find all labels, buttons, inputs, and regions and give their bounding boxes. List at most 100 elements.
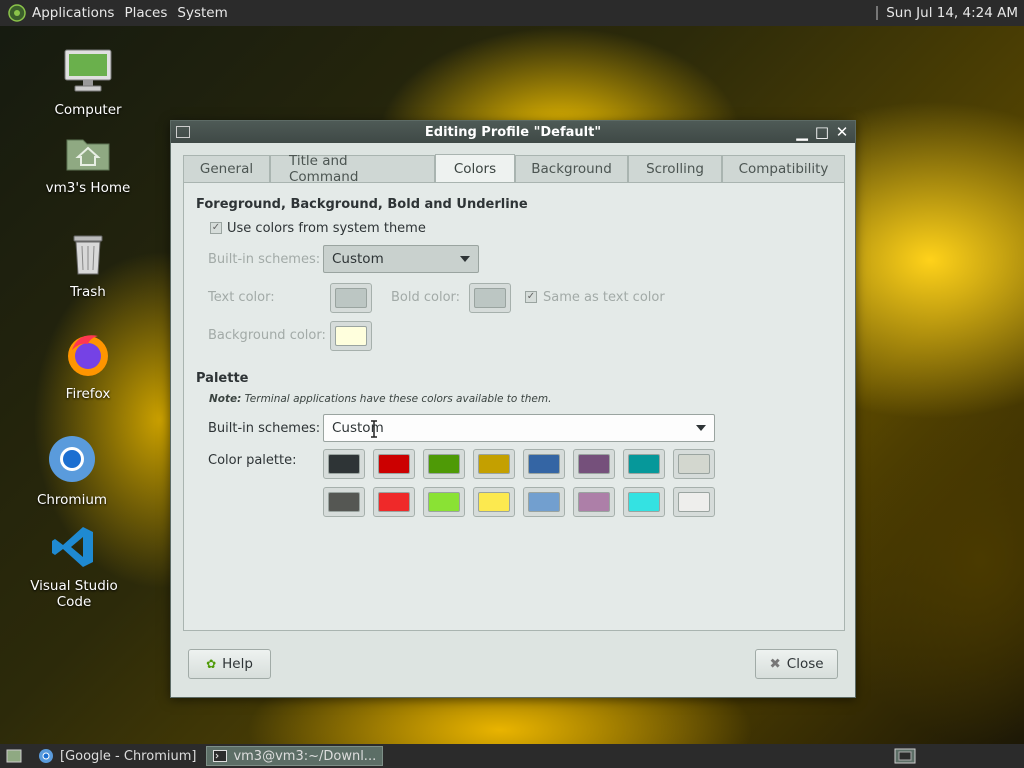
fg-builtin-schemes-combo[interactable]: Custom	[323, 245, 479, 273]
palette-color-swatch	[628, 492, 660, 512]
palette-color-button[interactable]	[673, 449, 715, 479]
palette-color-button[interactable]	[373, 449, 415, 479]
terminal-icon	[213, 750, 228, 762]
workspace-switcher[interactable]	[888, 746, 922, 766]
help-icon: ✿	[206, 657, 217, 671]
desktop-icon-label: Chromium	[36, 492, 108, 508]
menu-places[interactable]: Places	[120, 5, 171, 21]
palette-color-swatch	[378, 492, 410, 512]
firefox-icon	[33, 330, 143, 382]
tab-compatibility[interactable]: Compatibility	[722, 155, 845, 182]
desktop-icon-chromium[interactable]: Chromium	[17, 434, 127, 508]
maximize-icon[interactable]: □	[814, 124, 830, 140]
colors-pane: Foreground, Background, Bold and Underli…	[183, 183, 845, 631]
palette-color-swatch	[578, 454, 610, 474]
palette-section-title: Palette	[196, 371, 249, 386]
use-system-colors-checkbox[interactable]: ✓	[210, 222, 222, 234]
palette-color-swatch	[478, 454, 510, 474]
trash-icon	[33, 232, 143, 280]
text-color-button[interactable]	[330, 283, 372, 313]
taskbar-item-label: vm3@vm3:~/Downl...	[233, 748, 377, 764]
desktop-icon-computer[interactable]: Computer	[33, 48, 143, 118]
window-title: Editing Profile "Default"	[424, 124, 602, 140]
bold-color-button[interactable]	[469, 283, 511, 313]
palette-color-swatch	[328, 454, 360, 474]
desktop-icon-label: vm3's Home	[45, 180, 131, 196]
home-folder-icon	[33, 132, 143, 176]
desktop-icon-label: Trash	[70, 284, 106, 300]
chevron-down-icon	[460, 256, 470, 262]
mouse-cursor-icon	[371, 420, 377, 438]
taskbar-item-label: [Google - Chromium]	[60, 748, 197, 764]
palette-color-swatch	[678, 492, 710, 512]
minimize-icon[interactable]: ▁	[794, 124, 810, 140]
menu-applications[interactable]: Applications	[28, 5, 118, 21]
palette-color-swatch	[478, 492, 510, 512]
tab-colors[interactable]: Colors	[435, 154, 515, 182]
computer-icon	[33, 48, 143, 98]
desktop-icon-vscode[interactable]: Visual Studio Code	[19, 524, 129, 610]
color-palette-grid	[323, 449, 719, 517]
desktop-icon-label: Firefox	[65, 386, 111, 402]
palette-builtin-schemes-combo[interactable]: Custom	[323, 414, 715, 442]
help-button-label: Help	[222, 656, 253, 672]
fg-builtin-schemes-value: Custom	[332, 251, 384, 267]
palette-color-button[interactable]	[673, 487, 715, 517]
tab-scrolling[interactable]: Scrolling	[628, 155, 722, 182]
bold-color-swatch	[474, 288, 506, 308]
tab-background[interactable]: Background	[515, 155, 628, 182]
bold-color-label: Bold color:	[391, 290, 461, 305]
help-button[interactable]: ✿ Help	[188, 649, 271, 679]
palette-color-button[interactable]	[373, 487, 415, 517]
palette-color-button[interactable]	[323, 449, 365, 479]
show-desktop-icon[interactable]	[4, 746, 24, 766]
terminal-window-icon	[176, 126, 190, 138]
clock[interactable]: Sun Jul 14, 4:24 AM	[886, 5, 1018, 21]
taskbar-item-terminal[interactable]: vm3@vm3:~/Downl...	[206, 746, 384, 766]
mate-logo-icon[interactable]	[6, 2, 28, 24]
palette-color-button[interactable]	[473, 449, 515, 479]
top-panel: Applications Places System Sun Jul 14, 4…	[0, 0, 1024, 26]
same-as-text-checkbox[interactable]: ✓	[525, 291, 537, 303]
bg-color-button[interactable]	[330, 321, 372, 351]
palette-color-swatch	[378, 454, 410, 474]
tab-title-and-command[interactable]: Title and Command	[270, 153, 435, 185]
palette-color-button[interactable]	[623, 487, 665, 517]
vscode-icon	[19, 524, 129, 574]
desktop-icon-firefox[interactable]: Firefox	[33, 330, 143, 402]
desktop-icon-label: Computer	[54, 102, 122, 118]
palette-color-button[interactable]	[473, 487, 515, 517]
palette-note-text: Terminal applications have these colors …	[241, 393, 552, 405]
taskbar-item-chromium[interactable]: [Google - Chromium]	[32, 746, 202, 766]
palette-color-swatch	[428, 492, 460, 512]
palette-color-button[interactable]	[523, 449, 565, 479]
palette-color-swatch	[528, 454, 560, 474]
palette-color-button[interactable]	[523, 487, 565, 517]
same-as-text-label: Same as text color	[543, 290, 665, 305]
close-window-icon[interactable]: ✕	[834, 124, 850, 140]
close-button-label: Close	[786, 656, 824, 672]
bottom-panel: [Google - Chromium] vm3@vm3:~/Downl...	[0, 744, 1024, 768]
palette-color-button[interactable]	[423, 487, 465, 517]
color-palette-label: Color palette:	[208, 453, 297, 468]
tab-general[interactable]: General	[183, 155, 270, 182]
bg-color-label: Background color:	[208, 328, 326, 343]
desktop-icon-label: Visual Studio Code	[30, 578, 118, 610]
close-icon: ✖	[769, 656, 781, 672]
desktop-icon-trash[interactable]: Trash	[33, 232, 143, 300]
use-system-colors-label: Use colors from system theme	[227, 221, 426, 236]
menu-system[interactable]: System	[173, 5, 231, 21]
palette-color-swatch	[528, 492, 560, 512]
text-color-swatch	[335, 288, 367, 308]
palette-color-button[interactable]	[323, 487, 365, 517]
chromium-icon	[17, 434, 127, 488]
desktop-icon-home[interactable]: vm3's Home	[33, 132, 143, 196]
palette-color-button[interactable]	[573, 449, 615, 479]
palette-color-button[interactable]	[623, 449, 665, 479]
fg-builtin-schemes-label: Built-in schemes:	[208, 252, 321, 267]
close-button[interactable]: ✖ Close	[755, 649, 838, 679]
window-titlebar[interactable]: Editing Profile "Default" ▁ □ ✕	[171, 121, 855, 143]
fg-section-title: Foreground, Background, Bold and Underli…	[196, 197, 528, 212]
palette-color-button[interactable]	[573, 487, 615, 517]
palette-color-button[interactable]	[423, 449, 465, 479]
